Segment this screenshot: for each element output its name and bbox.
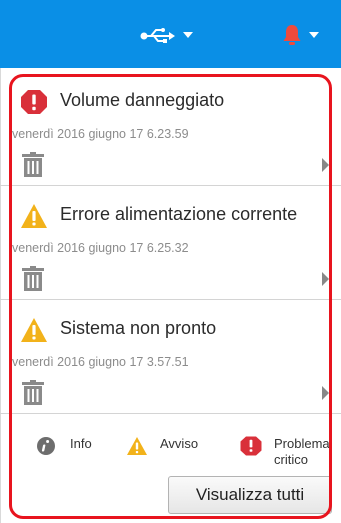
usb-icon — [140, 28, 175, 43]
chevron-right-icon[interactable] — [322, 272, 329, 286]
warning-triangle-icon — [21, 318, 47, 342]
notification-item[interactable]: Volume danneggiato venerdì 2016 giugno 1… — [0, 72, 341, 186]
notification-title: Errore alimentazione corrente — [60, 204, 298, 224]
critical-octagon-icon — [21, 90, 47, 114]
chevron-down-icon — [309, 32, 319, 38]
trash-icon[interactable] — [22, 266, 44, 291]
notification-title: Volume danneggiato — [60, 90, 225, 110]
legend-warning-label: Avviso — [160, 436, 199, 451]
legend-info-label: Info — [70, 436, 92, 451]
severity-legend: Info Avviso Problema critico — [0, 412, 341, 472]
chevron-right-icon[interactable] — [322, 386, 329, 400]
legend-critical-line2: critico — [274, 452, 308, 467]
trash-icon[interactable] — [22, 152, 44, 177]
chevron-down-icon — [183, 32, 193, 38]
notification-timestamp: venerdì 2016 giugno 17 3.57.51 — [12, 355, 189, 369]
notification-timestamp: venerdì 2016 giugno 17 6.25.32 — [12, 241, 189, 255]
notification-title: Sistema non pronto — [60, 318, 217, 338]
trash-icon[interactable] — [22, 380, 44, 405]
notification-item[interactable]: Errore alimentazione corrente venerdì 20… — [0, 186, 341, 300]
top-toolbar — [0, 0, 341, 68]
legend-critical-label: Problema critico — [274, 436, 330, 468]
warning-triangle-icon — [127, 437, 147, 455]
info-icon — [37, 437, 55, 455]
notification-item[interactable]: Sistema non pronto venerdì 2016 giugno 1… — [0, 300, 341, 414]
chevron-right-icon[interactable] — [322, 158, 329, 172]
critical-octagon-icon — [240, 436, 262, 456]
legend-critical: Problema critico — [240, 436, 330, 468]
bell-icon — [283, 25, 301, 45]
alerts-menu-button[interactable] — [282, 22, 319, 48]
legend-warning: Avviso — [126, 436, 198, 456]
legend-info: Info — [36, 436, 92, 456]
legend-critical-line1: Problema — [274, 436, 330, 451]
usb-menu-button[interactable] — [140, 22, 193, 48]
notification-timestamp: venerdì 2016 giugno 17 6.23.59 — [12, 127, 189, 141]
warning-triangle-icon — [21, 204, 47, 228]
view-all-button[interactable]: Visualizza tutti — [168, 476, 332, 514]
